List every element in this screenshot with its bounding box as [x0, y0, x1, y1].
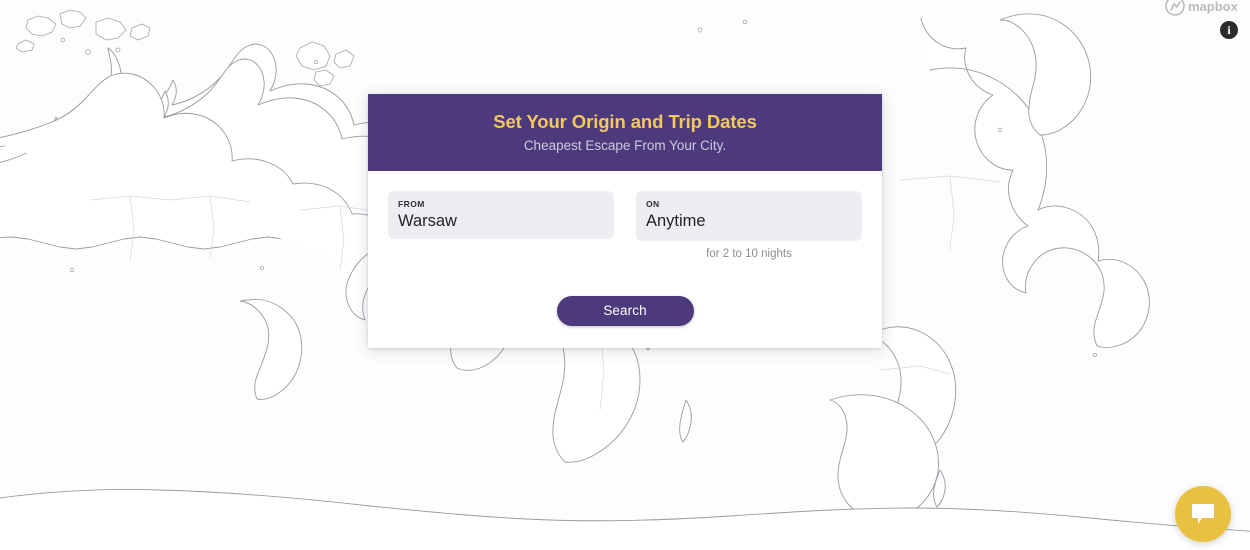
page-subtitle: Cheapest Escape From Your City.	[523, 138, 727, 154]
nights-hint: for 2 to 10 nights	[706, 248, 792, 261]
date-input[interactable]: ON Anytime	[636, 190, 862, 242]
chat-bubble-icon	[1192, 504, 1214, 524]
chat-widget-button[interactable]	[1175, 486, 1231, 542]
on-field-label: ON	[646, 198, 660, 209]
search-card: Set Your Origin and Trip Dates Cheapest …	[368, 94, 882, 348]
origin-input[interactable]: FROM Warsaw	[388, 190, 614, 240]
card-body: FROM Warsaw ON Anytime for 2 to 10 night…	[368, 170, 882, 348]
on-field-column: ON Anytime for 2 to 10 nights	[636, 190, 862, 262]
search-button[interactable]: Search	[556, 295, 694, 326]
search-row: Search	[388, 295, 862, 326]
page-title: Set Your Origin and Trip Dates	[493, 111, 757, 132]
card-header: Set Your Origin and Trip Dates Cheapest …	[368, 94, 882, 171]
info-icon[interactable]: i	[1220, 21, 1238, 39]
on-field-value: Anytime	[646, 211, 706, 230]
from-field-label: FROM	[398, 198, 425, 209]
from-field-value: Warsaw	[398, 211, 457, 230]
fields-row: FROM Warsaw ON Anytime for 2 to 10 night…	[388, 190, 862, 262]
from-field-column: FROM Warsaw	[388, 190, 614, 240]
